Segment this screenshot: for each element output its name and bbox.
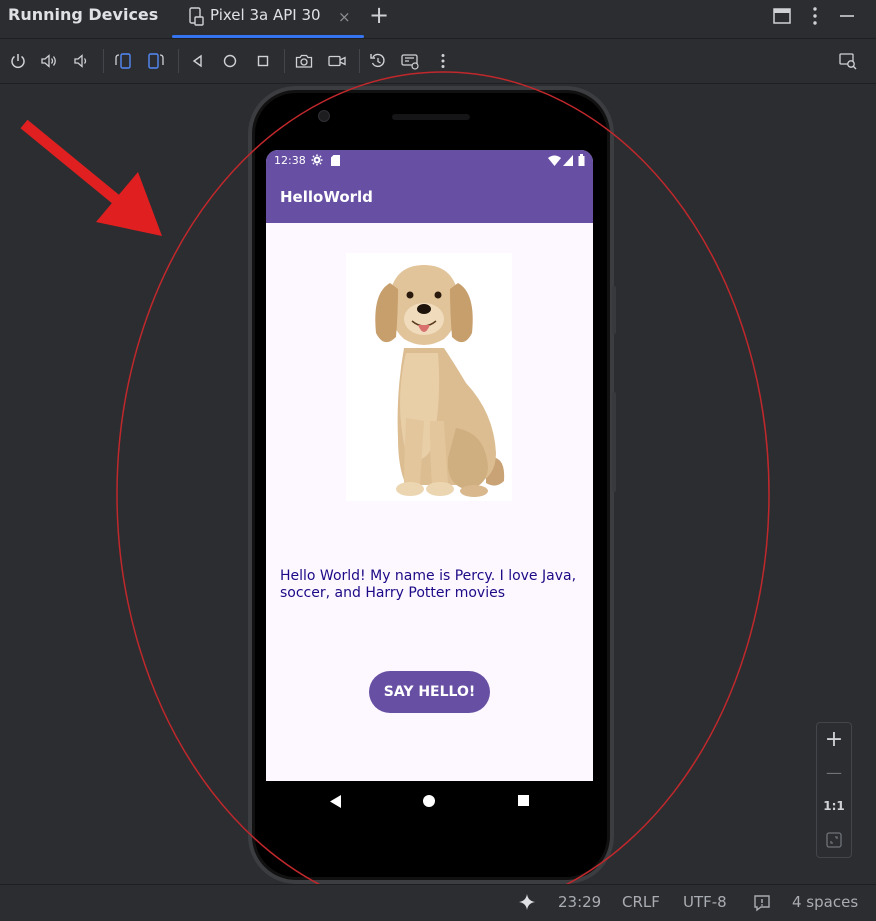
dog-image [346,253,512,501]
zoom-in-button[interactable]: + [817,727,851,752]
notification-icon[interactable] [753,894,771,912]
more-icon[interactable] [433,51,453,71]
device-icon [189,7,204,26]
keyboard-icon[interactable] [400,51,420,71]
power-icon[interactable] [8,51,28,71]
wifi-icon [548,155,561,166]
android-status-bar: 12:38 [266,150,593,172]
volume-rocker[interactable] [612,392,616,492]
rotate-right-icon[interactable] [146,51,166,71]
fit-screen-icon[interactable] [825,831,843,849]
sd-card-icon [331,155,340,166]
add-tab-button[interactable]: + [369,1,389,29]
actual-size-button[interactable]: 1:1 [817,799,851,813]
nav-recents-icon[interactable] [518,795,529,806]
volume-up-icon[interactable] [39,51,59,71]
close-tab-icon[interactable]: × [338,8,351,26]
app-title: HelloWorld [280,188,373,206]
toolbar-separator [359,49,360,73]
nav-home-icon[interactable] [423,795,435,807]
overview-icon[interactable] [253,51,273,71]
battery-icon [578,154,585,166]
minimize-icon[interactable] [835,4,859,28]
active-tab-indicator [172,35,364,38]
tab-label: Pixel 3a API 30 [210,6,321,24]
options-icon[interactable] [803,4,827,28]
say-hello-button[interactable]: SAY HELLO! [369,671,490,713]
cellular-signal-icon [563,155,573,166]
app-bar: HelloWorld [266,172,593,223]
home-icon[interactable] [220,51,240,71]
toolbar-separator [284,49,285,73]
device-screen[interactable]: 12:38 HelloWorld Hello World! My name is… [266,150,593,781]
zoom-controls: + — 1:1 [816,722,852,858]
indent-setting[interactable]: 4 spaces [792,893,858,911]
hello-message: Hello World! My name is Percy. I love Ja… [280,568,577,601]
zoom-out-button[interactable]: — [817,763,851,782]
nav-back-icon[interactable] [329,795,343,808]
earpiece-speaker [392,114,470,120]
status-time: 12:38 [274,154,306,167]
line-separator[interactable]: CRLF [622,893,660,911]
toolbar-separator [103,49,104,73]
ide-status-bar: 23:29 CRLF UTF-8 4 spaces [0,884,876,921]
screen-record-icon[interactable] [327,51,347,71]
toolbar-separator [178,49,179,73]
screenshot-icon[interactable] [294,51,314,71]
title-bar: Running Devices Pixel 3a API 30 × + [0,0,876,39]
file-encoding[interactable]: UTF-8 [683,893,727,911]
tab-pixel-3a[interactable]: Pixel 3a API 30 × [172,0,364,38]
device-toolbar [0,39,876,84]
reset-icon[interactable] [368,51,388,71]
ai-sparkle-icon[interactable] [519,894,535,910]
golden-retriever-illustration [375,265,505,497]
layout-icon[interactable] [770,4,794,28]
settings-icon [311,154,323,166]
back-icon[interactable] [188,51,208,71]
cursor-position[interactable]: 23:29 [558,893,601,911]
power-button[interactable] [612,286,616,334]
volume-down-icon[interactable] [71,51,91,71]
tool-window-title: Running Devices [8,5,159,24]
android-nav-bar [266,781,593,821]
rotate-left-icon[interactable] [113,51,133,71]
front-camera [318,110,330,122]
device-inspect-icon[interactable] [838,51,858,71]
